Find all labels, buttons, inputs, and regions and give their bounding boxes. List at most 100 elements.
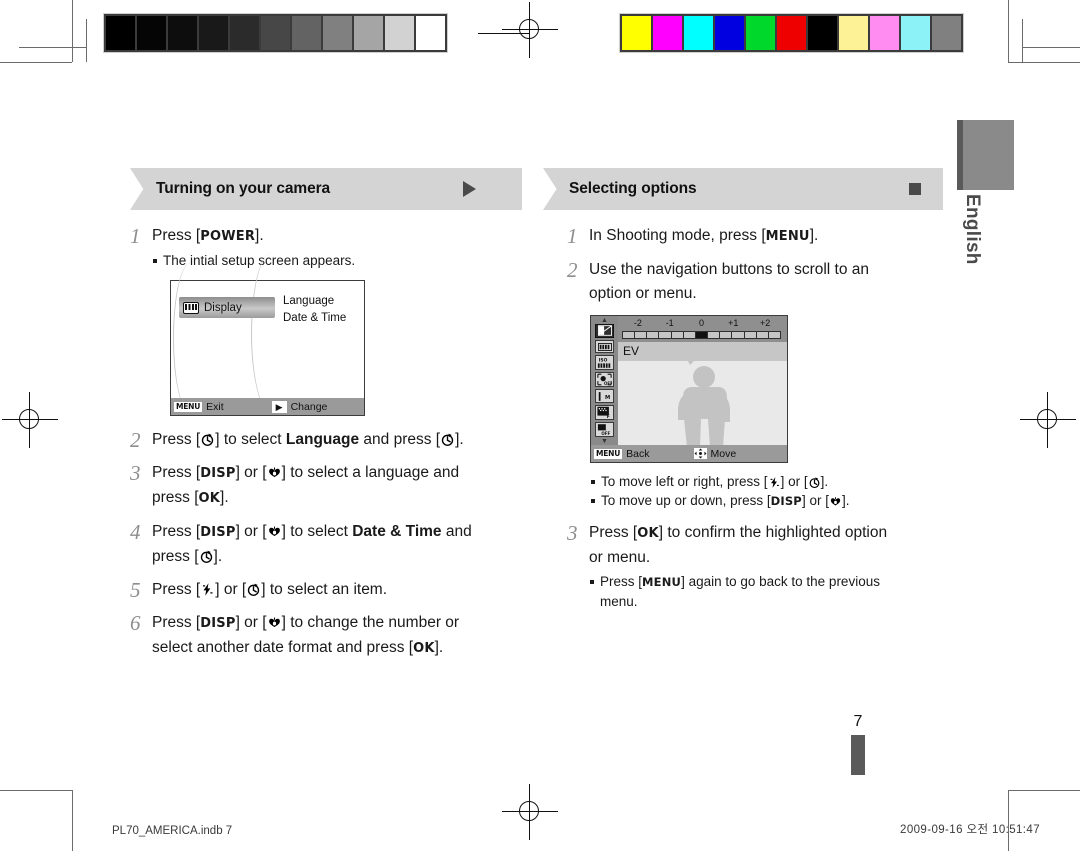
focus-area-icon[interactable]: M	[595, 389, 614, 404]
flash-off-icon[interactable]: OFF	[595, 422, 614, 438]
lcd-bottom-bar: MENU Exit ▶ Change	[171, 398, 364, 415]
square-icon	[909, 183, 921, 195]
gray-swatch	[105, 15, 136, 51]
crop-mark-line	[86, 19, 87, 62]
lcd-highlighted-menu-item[interactable]: Display	[179, 297, 275, 318]
lcd-move-label: Move	[710, 447, 737, 460]
ev-tick	[745, 332, 757, 338]
lcd-option-icon-sidebar: ▲ ISO OFF M F OFF ▼	[591, 316, 618, 445]
step-item: 6 Press [DISP] or [] to change the numbe…	[130, 611, 525, 661]
menu-button-label: MENU	[765, 229, 810, 244]
calibration-rule-line	[478, 33, 530, 34]
right-column: Selecting options 1 In Shooting mode, pr…	[543, 168, 943, 611]
ok-button-label: OK	[637, 526, 659, 541]
page-number-value: 7	[853, 713, 863, 730]
iso-icon[interactable]: ISO	[595, 355, 614, 371]
color-calibration-strip	[619, 13, 964, 53]
color-swatch	[714, 15, 745, 51]
footer-filename: PL70_AMERICA.indb 7	[112, 825, 233, 837]
step-item: 5 Press [] or [] to select an item.	[130, 578, 525, 602]
step-number: 3	[130, 461, 141, 485]
step-text: In Shooting mode, press [MENU].	[589, 227, 819, 244]
resolution-icon[interactable]	[595, 339, 614, 354]
step-number: 5	[130, 578, 141, 602]
ev-setting-label: EV	[618, 342, 787, 361]
disp-button-label: DISP	[770, 494, 802, 508]
ev-tick	[647, 332, 660, 338]
step-item: 2 Use the navigation buttons to scroll t…	[567, 258, 943, 306]
svg-text:OFF: OFF	[604, 381, 612, 386]
ev-tick	[659, 332, 672, 338]
step-number: 2	[567, 258, 578, 282]
ev-tick	[732, 332, 745, 338]
step-notes: Press [MENU] again to go back to the pre…	[589, 572, 943, 611]
self-timer-icon	[246, 582, 261, 597]
left-column: Turning on your camera 1 Press [POWER]. …	[130, 168, 525, 661]
registration-mark	[1020, 392, 1076, 448]
step-text: Press [OK] to confirm the highlighted op…	[589, 521, 943, 611]
language-side-tab: English	[957, 120, 1014, 286]
flash-icon	[768, 476, 781, 489]
crop-mark-line	[1022, 19, 1023, 62]
section-header-selecting-options: Selecting options	[543, 168, 943, 210]
lcd-back-label: Back	[626, 447, 650, 460]
lcd-submenu-item[interactable]: Language	[283, 293, 346, 310]
disp-button-label: DISP	[200, 466, 236, 481]
registration-mark	[502, 2, 558, 58]
registration-mark	[502, 784, 558, 840]
right-arrow-chip: ▶	[271, 400, 287, 413]
ev-tick	[623, 332, 636, 338]
self-timer-icon	[200, 432, 215, 447]
step-item: 3 Press [DISP] or [] to select a languag…	[130, 461, 525, 511]
macro-icon	[267, 615, 282, 630]
color-swatch	[900, 15, 931, 51]
color-swatch	[838, 15, 869, 51]
crop-mark-line	[1008, 0, 1009, 62]
ok-button-label: OK	[198, 491, 221, 506]
lcd-change-label: Change	[290, 400, 328, 413]
keyword-language: Language	[285, 431, 360, 448]
steps-list-right: 1 In Shooting mode, press [MENU]. 2 Use …	[567, 224, 943, 306]
face-detect-off-icon[interactable]: OFF	[595, 372, 614, 388]
ev-tick-track[interactable]	[622, 331, 781, 339]
macro-icon	[267, 524, 282, 539]
lcd-initial-setup-screen: Display Language Date & Time MENU Exit ▶…	[170, 253, 365, 416]
menu-button-chip: MENU	[174, 401, 203, 412]
ev-icon[interactable]	[595, 324, 614, 338]
step-text: Use the navigation buttons to scroll to …	[589, 258, 943, 306]
lcd-preview-image	[618, 361, 787, 445]
step-text: Press [DISP] or [] to change the number …	[152, 614, 460, 656]
keyword-date-time: Date & Time	[352, 523, 442, 540]
note-item: To move left or right, press [] or [].	[590, 472, 943, 491]
step-text: Press [DISP] or [] to select Date & Time…	[152, 523, 472, 565]
color-swatch	[776, 15, 807, 51]
lcd-highlight-label: Display	[204, 301, 242, 314]
white-balance-icon[interactable]: F	[595, 405, 614, 421]
triangle-right-icon	[463, 181, 476, 197]
gray-swatch	[136, 15, 167, 51]
ev-indicator	[695, 332, 709, 338]
crop-mark-line	[72, 0, 73, 62]
crop-mark-line	[1008, 790, 1080, 791]
step-item: 1 In Shooting mode, press [MENU].	[567, 224, 943, 249]
gray-swatch	[167, 15, 198, 51]
step-text: Press [] or [] to select an item.	[152, 581, 388, 598]
step-text: Press [DISP] or [] to select a language …	[152, 464, 460, 506]
crop-mark-line	[0, 790, 72, 791]
color-swatch	[931, 15, 962, 51]
ev-tick-label: +1	[728, 318, 739, 328]
gray-swatch	[384, 15, 415, 51]
lcd-submenu-item[interactable]: Date & Time	[283, 310, 346, 327]
step-item: 3 Press [OK] to confirm the highlighted …	[567, 521, 943, 611]
gray-swatch	[198, 15, 229, 51]
ev-tick	[757, 332, 769, 338]
section-header-turning-on: Turning on your camera	[130, 168, 522, 210]
power-button-label: POWER	[200, 229, 256, 244]
step-2-notes: To move left or right, press [] or []. T…	[590, 472, 943, 511]
ev-tick-label: -2	[633, 318, 642, 328]
ev-tick	[684, 332, 696, 338]
self-timer-icon	[808, 476, 821, 489]
crop-mark-line	[0, 62, 72, 63]
lcd-ev-option-screen: -2 -1 0 +1 +2 EV ▲ ISO OFF M F OFF ▼ MEN…	[590, 315, 788, 463]
note-item: To move up or down, press [DISP] or [].	[590, 491, 943, 511]
